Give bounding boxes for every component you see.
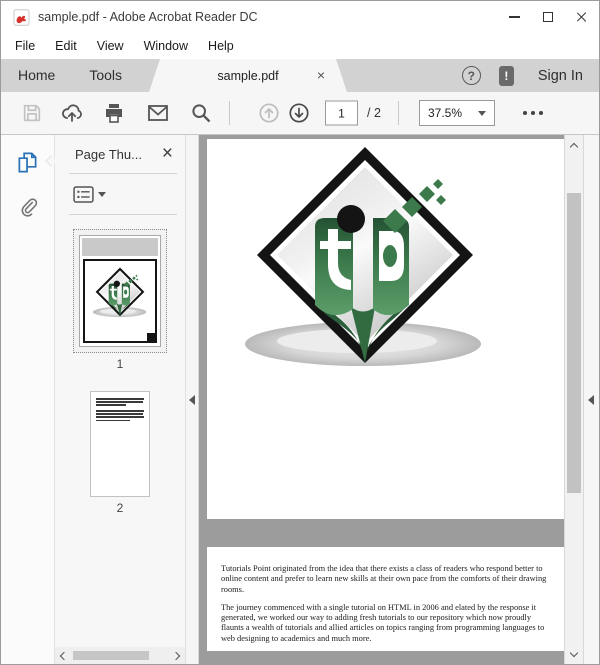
help-icon[interactable]: ? (461, 66, 481, 85)
share-button[interactable] (60, 101, 84, 125)
envelope-icon (148, 105, 168, 121)
page2-paragraph-1: Tutorials Point originated from the idea… (221, 564, 547, 594)
save-button[interactable] (21, 102, 43, 124)
menu-view[interactable]: View (87, 35, 134, 57)
attachments-paperclip-icon[interactable] (17, 194, 38, 217)
thumbnail-corner-mark (147, 333, 155, 341)
thumbnail-2-label: 2 (116, 501, 124, 515)
tools-pane-collapse-strip[interactable] (583, 135, 599, 664)
sign-in-button[interactable]: Sign In (538, 68, 583, 84)
panel-title: Page Thu... (75, 146, 142, 162)
arrow-up-circle-icon (259, 103, 279, 123)
zoom-level-value: 37.5% (428, 106, 463, 120)
title-bar: sample.pdf - Adobe Acrobat Reader DC (1, 1, 599, 33)
tab-document[interactable]: sample.pdf × (149, 59, 347, 92)
previous-page-button[interactable] (257, 101, 281, 125)
chevron-down-icon (569, 648, 579, 657)
tab-bar: Home Tools sample.pdf × ? ! Sign In (1, 59, 599, 92)
cloud-upload-icon (62, 104, 82, 122)
vertical-scrollbar[interactable] (564, 135, 583, 664)
page-thumbnails-icon[interactable] (16, 151, 39, 174)
pdf-page-1 (207, 139, 564, 519)
list-options-icon (73, 185, 94, 203)
dot-icon (539, 111, 543, 115)
thumbnails-horizontal-scrollbar[interactable] (55, 647, 185, 664)
tab-home[interactable]: Home (1, 59, 72, 92)
notification-icon[interactable]: ! (498, 65, 514, 86)
zoom-level-dropdown[interactable]: 37.5% (419, 100, 495, 126)
printer-icon (106, 104, 122, 123)
menu-help[interactable]: Help (198, 35, 244, 57)
thumbnail-options-button[interactable] (55, 174, 185, 214)
scroll-left-icon[interactable] (59, 651, 69, 660)
next-page-button[interactable] (287, 101, 311, 125)
more-tools-button[interactable] (523, 111, 543, 115)
tutorialspoint-logo-small (92, 265, 148, 322)
save-icon (23, 104, 41, 122)
window-title: sample.pdf - Adobe Acrobat Reader DC (38, 10, 258, 24)
page-total-label: / 2 (367, 106, 381, 120)
scroll-right-icon[interactable] (171, 651, 181, 660)
toolbar: / 2 37.5% (1, 92, 599, 135)
document-tab-label: sample.pdf (217, 68, 279, 83)
menu-file[interactable]: File (5, 35, 45, 57)
menu-edit[interactable]: Edit (45, 35, 87, 57)
arrow-down-circle-icon (289, 103, 309, 123)
dot-icon (523, 111, 527, 115)
email-button[interactable] (146, 101, 170, 125)
chevron-up-icon (569, 142, 579, 151)
thumbnail-page-1-preview (79, 235, 161, 347)
chevron-down-icon (98, 191, 106, 197)
vertical-scrollbar-thumb[interactable] (567, 193, 581, 493)
minimize-icon (508, 16, 520, 18)
thumbnail-banner (82, 238, 158, 256)
pdf-page-2: Tutorials Point originated from the idea… (207, 547, 564, 651)
minimize-button[interactable] (497, 1, 531, 33)
print-button[interactable] (102, 101, 126, 125)
tab-tools[interactable]: Tools (72, 59, 139, 92)
dot-icon (531, 111, 535, 115)
toolbar-separator (229, 101, 230, 125)
maximize-icon (543, 12, 553, 22)
navigation-icon-strip (1, 135, 57, 664)
close-button[interactable] (565, 1, 599, 33)
page-thumbnails-panel: Page Thu... × 1 2 (55, 135, 185, 664)
collapse-panel-icon[interactable] (189, 395, 195, 405)
expand-tools-pane-icon[interactable] (588, 395, 594, 405)
thumbnail-page-2[interactable]: 2 (90, 391, 150, 515)
acrobat-reader-window: sample.pdf - Adobe Acrobat Reader DC Fil… (0, 0, 600, 665)
scroll-up-button[interactable] (565, 137, 583, 153)
menu-window[interactable]: Window (134, 35, 198, 57)
search-button[interactable] (189, 101, 213, 125)
thumbnail-page-2-preview (90, 391, 150, 497)
panel-close-icon[interactable]: × (162, 144, 173, 163)
page2-paragraph-2: The journey commenced with a single tuto… (221, 602, 545, 643)
document-tab-close-icon[interactable]: × (317, 67, 325, 83)
close-icon (576, 11, 588, 23)
thumbnail-page-1[interactable] (73, 229, 167, 353)
maximize-button[interactable] (531, 1, 565, 33)
scroll-down-button[interactable] (565, 646, 583, 662)
document-viewport[interactable]: Tutorials Point originated from the idea… (199, 135, 564, 664)
horizontal-scrollbar-thumb[interactable] (73, 651, 149, 660)
chevron-down-icon (478, 110, 486, 116)
toolbar-separator (398, 101, 399, 125)
tutorialspoint-logo (241, 139, 489, 387)
menu-bar: File Edit View Window Help (1, 33, 599, 59)
search-icon (192, 104, 211, 123)
thumbnail-1-label: 1 (116, 357, 124, 371)
panel-collapse-strip[interactable] (185, 135, 199, 664)
thumbnail-frame (83, 259, 157, 343)
page-number-input[interactable] (325, 100, 358, 126)
acrobat-icon (13, 8, 30, 26)
